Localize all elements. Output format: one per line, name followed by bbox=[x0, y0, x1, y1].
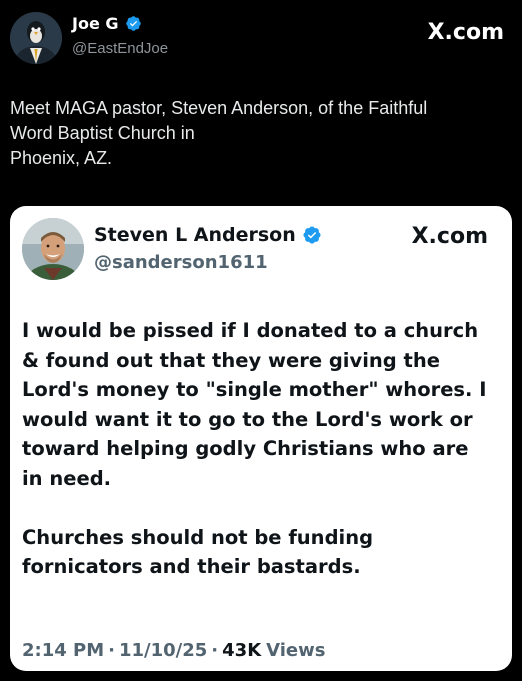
tweet-time[interactable]: 2:14 PM bbox=[22, 640, 104, 661]
outer-tweet-text: Meet MAGA pastor, Steven Anderson, of th… bbox=[10, 98, 428, 168]
outer-author-row: Joe G bbox=[72, 14, 142, 33]
verified-badge-icon bbox=[303, 226, 321, 244]
inner-tweet-text: I would be pissed if I donated to a chur… bbox=[22, 319, 487, 578]
inner-author-row: Steven L Anderson bbox=[94, 224, 322, 246]
outer-display-name[interactable]: Joe G bbox=[72, 14, 119, 33]
avatar-penguin-image bbox=[10, 12, 62, 64]
views-label: Views bbox=[266, 640, 326, 661]
inner-xcom-logo: X.com bbox=[411, 224, 488, 249]
inner-handle[interactable]: @sanderson1611 bbox=[94, 252, 268, 273]
meta-separator: · bbox=[108, 640, 115, 661]
outer-xcom-logo: X.com bbox=[427, 20, 504, 45]
avatar[interactable] bbox=[22, 218, 84, 280]
outer-handle[interactable]: @EastEndJoe bbox=[72, 40, 168, 57]
meta-separator: · bbox=[211, 640, 219, 661]
tweet-date[interactable]: 11/10/25 bbox=[119, 640, 207, 661]
avatar-man-image bbox=[22, 218, 84, 280]
inner-display-name[interactable]: Steven L Anderson bbox=[94, 224, 296, 246]
screenshot: Joe G @EastEndJoe X.com Meet MAGA pastor… bbox=[0, 0, 522, 681]
views-count: 43K bbox=[222, 640, 262, 661]
verified-badge-icon bbox=[125, 16, 141, 31]
tweet-meta: 2:14 PM · 11/10/25 · 43K Views bbox=[22, 640, 325, 661]
quoted-tweet-card[interactable]: Steven L Anderson @sanderson1611 X.com I… bbox=[10, 206, 512, 671]
avatar[interactable] bbox=[10, 12, 62, 64]
